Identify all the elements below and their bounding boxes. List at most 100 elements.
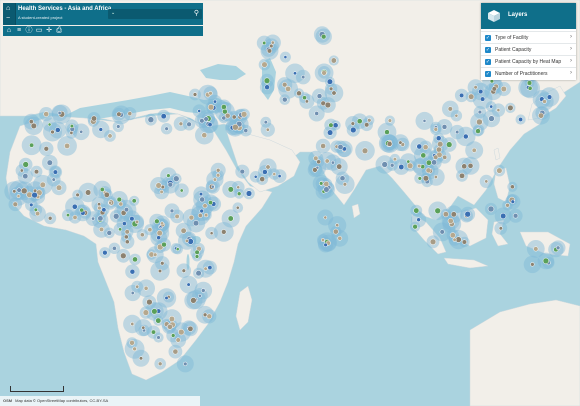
facility-marker[interactable] — [132, 256, 138, 263]
facility-marker[interactable] — [175, 337, 181, 343]
facility-marker[interactable] — [183, 361, 188, 367]
facility-marker[interactable] — [212, 177, 217, 182]
facility-marker[interactable] — [542, 99, 547, 104]
facility-marker[interactable] — [120, 252, 127, 259]
facility-marker[interactable] — [282, 96, 288, 103]
facility-marker[interactable] — [175, 247, 180, 251]
facility-marker[interactable] — [201, 132, 208, 139]
facility-marker[interactable] — [151, 308, 158, 315]
facility-marker[interactable] — [208, 200, 213, 206]
facility-marker[interactable] — [139, 232, 145, 238]
facility-marker[interactable] — [108, 200, 113, 205]
facility-marker[interactable] — [46, 159, 53, 166]
facility-marker[interactable] — [130, 322, 135, 326]
chevron-right-icon[interactable]: › — [570, 58, 572, 64]
facility-marker[interactable] — [245, 190, 253, 197]
facility-marker[interactable] — [437, 141, 444, 148]
facility-marker[interactable] — [201, 288, 206, 293]
facility-marker[interactable] — [384, 129, 390, 135]
facility-marker[interactable] — [236, 191, 242, 196]
facility-marker[interactable] — [331, 90, 337, 96]
facility-marker[interactable] — [301, 75, 306, 80]
facility-marker[interactable] — [172, 348, 179, 355]
facility-marker[interactable] — [272, 172, 277, 176]
facility-marker[interactable] — [240, 111, 248, 118]
facility-marker[interactable] — [71, 203, 78, 210]
facility-marker[interactable] — [64, 142, 71, 149]
facility-marker[interactable] — [261, 61, 268, 68]
facility-marker[interactable] — [463, 133, 469, 140]
facility-marker[interactable] — [321, 70, 327, 76]
facility-marker[interactable] — [416, 217, 421, 222]
facility-marker[interactable] — [164, 126, 169, 131]
facility-marker[interactable] — [447, 217, 454, 224]
facility-marker[interactable] — [31, 191, 38, 199]
facility-marker[interactable] — [72, 214, 78, 220]
facility-marker[interactable] — [387, 118, 393, 123]
facility-marker[interactable] — [147, 116, 155, 123]
facility-marker[interactable] — [184, 238, 189, 243]
facility-marker[interactable] — [450, 211, 457, 218]
facility-marker[interactable] — [199, 118, 205, 124]
facility-marker[interactable] — [186, 282, 191, 287]
facility-marker[interactable] — [213, 99, 217, 104]
facility-marker[interactable] — [107, 133, 113, 139]
facility-marker[interactable] — [389, 163, 395, 168]
facility-marker[interactable] — [500, 85, 507, 93]
facility-marker[interactable] — [269, 43, 274, 49]
facility-marker[interactable] — [231, 114, 237, 120]
facility-marker[interactable] — [187, 325, 194, 332]
facility-marker[interactable] — [123, 207, 130, 213]
facility-marker[interactable] — [323, 186, 330, 193]
facility-marker[interactable] — [203, 116, 209, 122]
facility-marker[interactable] — [538, 112, 544, 119]
facility-marker[interactable] — [328, 86, 334, 91]
facility-marker[interactable] — [510, 199, 515, 204]
facility-marker[interactable] — [141, 325, 146, 330]
facility-marker[interactable] — [66, 213, 70, 218]
facility-marker[interactable] — [330, 160, 335, 165]
facility-marker[interactable] — [350, 121, 355, 126]
facility-marker[interactable] — [417, 176, 422, 181]
facility-marker[interactable] — [206, 313, 213, 320]
facility-marker[interactable] — [198, 192, 204, 197]
facility-marker[interactable] — [367, 118, 372, 123]
facility-marker[interactable] — [57, 111, 62, 115]
facility-marker[interactable] — [320, 238, 325, 242]
facility-marker[interactable] — [316, 93, 323, 99]
facility-marker[interactable] — [314, 111, 320, 116]
facility-marker[interactable] — [55, 184, 63, 191]
facility-marker[interactable] — [156, 235, 162, 241]
facility-marker[interactable] — [467, 162, 474, 169]
checkbox[interactable]: ✓ — [485, 59, 491, 65]
facility-marker[interactable] — [197, 213, 203, 218]
facility-marker[interactable] — [439, 229, 445, 235]
facility-marker[interactable] — [106, 230, 113, 236]
facility-marker[interactable] — [332, 122, 339, 129]
facility-marker[interactable] — [555, 245, 561, 251]
facility-marker[interactable] — [500, 212, 507, 220]
facility-marker[interactable] — [480, 96, 486, 102]
facility-marker[interactable] — [160, 261, 165, 266]
facility-marker[interactable] — [266, 48, 273, 54]
facility-marker[interactable] — [91, 115, 97, 122]
facility-marker[interactable] — [227, 186, 234, 193]
facility-marker[interactable] — [283, 55, 288, 59]
facility-marker[interactable] — [153, 252, 158, 257]
facility-marker[interactable] — [155, 182, 162, 189]
facility-marker[interactable] — [336, 163, 343, 170]
facility-marker[interactable] — [507, 104, 514, 111]
facility-marker[interactable] — [52, 169, 58, 175]
facility-marker[interactable] — [546, 94, 553, 100]
facility-marker[interactable] — [97, 202, 102, 207]
facility-marker[interactable] — [174, 213, 180, 219]
facility-marker[interactable] — [170, 333, 176, 338]
facility-marker[interactable] — [533, 246, 539, 252]
facility-marker[interactable] — [488, 115, 495, 122]
facility-marker[interactable] — [337, 235, 343, 241]
facility-marker[interactable] — [19, 168, 24, 173]
facility-marker[interactable] — [491, 86, 497, 92]
print-icon[interactable]: ⎙ — [55, 27, 63, 35]
facility-marker[interactable] — [259, 176, 266, 182]
facility-marker[interactable] — [129, 340, 135, 346]
